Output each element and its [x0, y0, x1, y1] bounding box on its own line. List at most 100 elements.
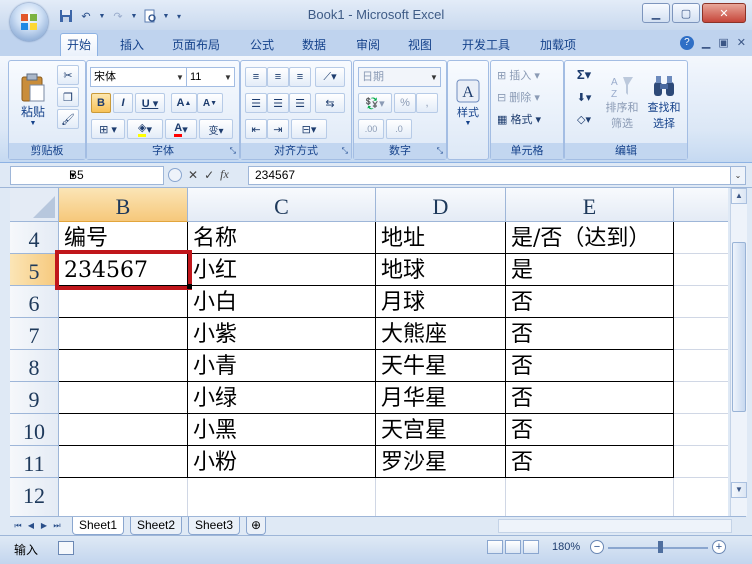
shrink-font-button[interactable]: A ▼ — [197, 93, 223, 113]
cell-b8[interactable] — [59, 350, 188, 382]
cell-e5[interactable]: 是 — [506, 254, 674, 286]
zoom-slider-thumb[interactable] — [658, 541, 663, 553]
merge-center-icon[interactable]: ⊟▾ — [291, 119, 327, 139]
tab-view[interactable]: 视图 — [402, 34, 438, 56]
cell-e4[interactable]: 是/否（达到） — [506, 222, 674, 254]
tab-developer[interactable]: 开发工具 — [456, 34, 516, 56]
formula-input[interactable]: 234567 — [248, 166, 736, 185]
align-bottom-icon[interactable]: ≡ — [289, 67, 311, 87]
horizontal-scrollbar[interactable] — [498, 519, 732, 533]
column-header-b[interactable]: B — [59, 188, 188, 222]
cell-b12[interactable] — [59, 478, 188, 516]
cell-e7[interactable]: 否 — [506, 318, 674, 350]
expand-formula-bar-icon[interactable]: ⌄ — [730, 166, 746, 185]
cell-e10[interactable]: 否 — [506, 414, 674, 446]
column-header-f[interactable] — [674, 188, 728, 222]
row-header-10[interactable]: 10 — [10, 414, 59, 446]
bold-button[interactable]: B — [91, 93, 111, 113]
format-cells-button[interactable]: ▦ 格式 ▾ — [494, 109, 562, 129]
fill-color-button[interactable]: ◈ ▾ — [127, 119, 163, 139]
row-header-12[interactable]: 12 — [10, 478, 59, 516]
vertical-scrollbar[interactable]: ▲ ▼ — [730, 188, 747, 516]
column-header-e[interactable]: E — [506, 188, 674, 222]
cell-d4[interactable]: 地址 — [376, 222, 506, 254]
column-header-d[interactable]: D — [376, 188, 506, 222]
delete-cells-button[interactable]: ⊟ 删除 ▾ — [494, 87, 562, 107]
page-layout-view-icon[interactable] — [505, 540, 521, 554]
cell-e11[interactable]: 否 — [506, 446, 674, 478]
cell-f9[interactable] — [674, 382, 728, 414]
autosum-icon[interactable]: Σ▾ — [568, 65, 600, 85]
cell-e12[interactable] — [506, 478, 674, 516]
cell-e6[interactable]: 否 — [506, 286, 674, 318]
insert-sheet-icon[interactable]: ⊕ — [246, 517, 267, 535]
cell-f11[interactable] — [674, 446, 728, 478]
cell-d8[interactable]: 天牛星 — [376, 350, 506, 382]
cell-c11[interactable]: 小粉 — [188, 446, 376, 478]
cell-d11[interactable]: 罗沙星 — [376, 446, 506, 478]
row-header-9[interactable]: 9 — [10, 382, 59, 414]
dialog-launcher-icon[interactable]: ⤡ — [230, 143, 236, 159]
clear-icon[interactable]: ◇▾ — [568, 109, 600, 129]
tab-home[interactable]: 开始 — [60, 33, 99, 56]
italic-button[interactable]: I — [113, 93, 133, 113]
paste-button[interactable]: 粘贴 ▼ — [13, 63, 53, 137]
format-painter-icon[interactable]: 🖌 — [57, 109, 79, 129]
align-left-icon[interactable]: ☰ — [245, 93, 267, 113]
page-break-preview-icon[interactable] — [523, 540, 539, 554]
percent-icon[interactable]: % — [394, 93, 416, 113]
underline-button[interactable]: U ▾ — [135, 93, 165, 113]
cell-c6[interactable]: 小白 — [188, 286, 376, 318]
cell-c12[interactable] — [188, 478, 376, 516]
row-header-6[interactable]: 6 — [10, 286, 59, 318]
zoom-in-button[interactable]: + — [712, 540, 726, 554]
vertical-scroll-thumb[interactable] — [732, 242, 746, 412]
row-header-4[interactable]: 4 — [10, 222, 59, 254]
wrap-text-icon[interactable]: ⇆ — [315, 93, 345, 113]
normal-view-icon[interactable] — [487, 540, 503, 554]
sheet-tab-sheet3[interactable]: Sheet3 — [188, 517, 241, 535]
comma-style-icon[interactable]: , — [416, 93, 438, 113]
minimize-button[interactable]: ▁ — [642, 3, 670, 23]
font-name-select[interactable]: 宋体 ▼ — [90, 67, 187, 87]
cell-b11[interactable] — [59, 446, 188, 478]
select-all-button[interactable] — [10, 188, 59, 222]
increase-decimal-icon[interactable]: .00 — [358, 119, 384, 139]
column-header-c[interactable]: C — [188, 188, 376, 222]
help-icon[interactable]: ? — [679, 36, 694, 50]
tab-data[interactable]: 数据 — [296, 34, 332, 56]
increase-indent-icon[interactable]: ⇥ — [267, 119, 289, 139]
restore-workbook-icon[interactable]: ▣ — [718, 36, 728, 50]
macro-recording-icon[interactable] — [58, 541, 74, 555]
insert-function-icon[interactable]: fx — [220, 167, 229, 182]
cell-c10[interactable]: 小黑 — [188, 414, 376, 446]
row-header-11[interactable]: 11 — [10, 446, 59, 478]
zoom-out-button[interactable]: − — [590, 540, 604, 554]
cell-c7[interactable]: 小紫 — [188, 318, 376, 350]
scroll-down-icon[interactable]: ▼ — [731, 482, 747, 498]
cell-f12[interactable] — [674, 478, 728, 516]
cell-b9[interactable] — [59, 382, 188, 414]
fill-icon[interactable]: ⬇▾ — [568, 87, 600, 107]
row-header-8[interactable]: 8 — [10, 350, 59, 382]
first-sheet-icon[interactable]: ⏮ — [12, 519, 24, 532]
confirm-entry-icon[interactable]: ✓ — [204, 168, 214, 182]
cell-d9[interactable]: 月华星 — [376, 382, 506, 414]
cell-f6[interactable] — [674, 286, 728, 318]
cell-d7[interactable]: 大熊座 — [376, 318, 506, 350]
accounting-format-icon[interactable]: 💱▾ — [358, 93, 392, 113]
row-header-5[interactable]: 5 — [10, 254, 59, 286]
tab-page-layout[interactable]: 页面布局 — [166, 34, 226, 56]
row-header-7[interactable]: 7 — [10, 318, 59, 350]
decrease-decimal-icon[interactable]: .0 — [386, 119, 412, 139]
tab-review[interactable]: 审阅 — [350, 34, 386, 56]
name-box[interactable]: B5 ▼ — [10, 166, 164, 185]
cell-b10[interactable] — [59, 414, 188, 446]
dialog-launcher-icon[interactable]: ⤡ — [437, 143, 443, 159]
sheet-tab-sheet1[interactable]: Sheet1 — [72, 517, 125, 535]
cell-b6[interactable] — [59, 286, 188, 318]
font-size-select[interactable]: 11 ▼ — [186, 67, 235, 87]
phonetic-button[interactable]: 变▾ — [199, 119, 233, 139]
styles-button[interactable]: A 样式 ▼ — [451, 65, 485, 139]
copy-icon[interactable]: ❐ — [57, 87, 79, 107]
